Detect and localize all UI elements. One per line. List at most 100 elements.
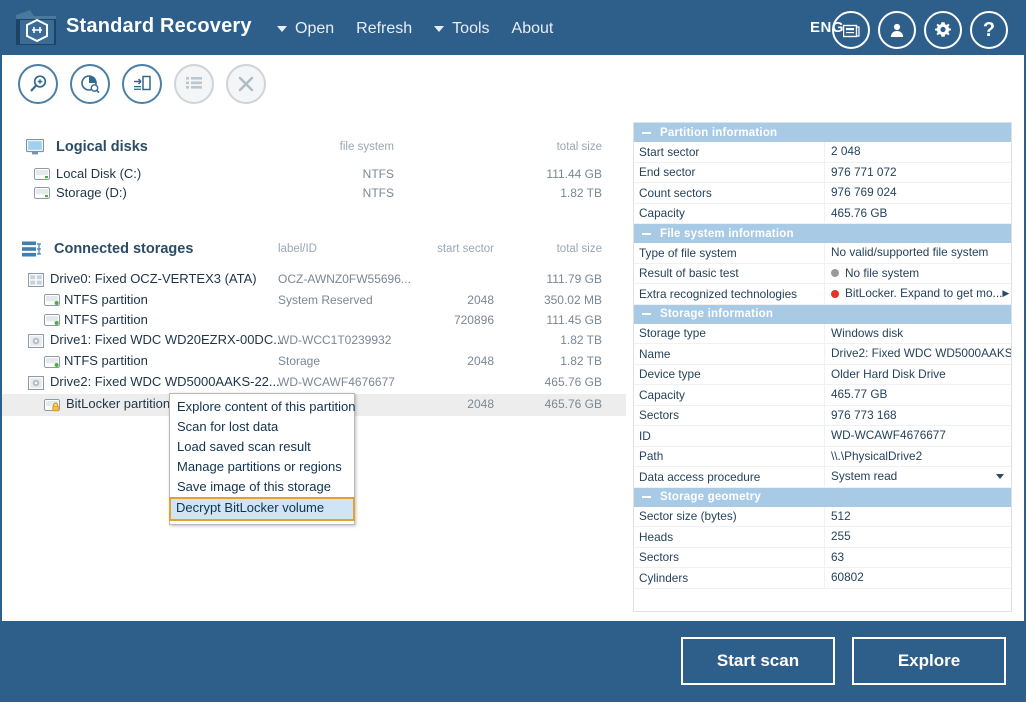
info-row-extra-recognized-technologies[interactable]: Extra recognized technologies BitLocker.…: [634, 284, 1011, 305]
scan-search-icon[interactable]: [18, 64, 58, 104]
news-icon[interactable]: [832, 11, 870, 49]
user-account-icon[interactable]: [878, 11, 916, 49]
tree-row-start-sector: 2048: [467, 397, 494, 411]
chevron-down-icon: [277, 25, 287, 32]
context-menu-item-explore-content[interactable]: Explore content of this partition: [170, 397, 356, 417]
info-row-storage-sectors: Sectors 976 773 168: [634, 405, 1011, 426]
tree-row-storage-d[interactable]: Storage (D:) NTFS 1.82 TB: [2, 184, 626, 203]
tree-row-label: Drive2: Fixed WDC WD5000AAKS-22...: [50, 374, 280, 389]
chevron-down-icon: [434, 25, 445, 32]
info-key: Sectors: [639, 550, 679, 565]
header-icon-bar: ?: [832, 11, 1008, 49]
tree-row-label: Local Disk (C:): [56, 166, 142, 181]
tree-row-label: Drive0: Fixed OCZ-VERTEX3 (ATA): [50, 271, 257, 286]
section-header-storage-geometry[interactable]: Storage geometry: [634, 487, 1011, 507]
column-header-label-id: label/ID: [278, 243, 317, 255]
column-header-file-system: file system: [339, 141, 394, 153]
menu-item-refresh[interactable]: Refresh: [356, 20, 412, 38]
info-key: Capacity: [639, 387, 685, 402]
info-row-id: ID WD-WCAWF4676677: [634, 426, 1011, 447]
info-row-result-of-basic-test: Result of basic test No file system: [634, 263, 1011, 284]
main-toolbar: [2, 55, 1024, 113]
menu-item-open-label: Open: [295, 19, 335, 37]
column-header-total-size: total size: [556, 141, 602, 153]
app-logo-icon: [14, 6, 60, 50]
tree-row-label: Storage (D:): [56, 185, 127, 200]
disk-hdd-icon: [28, 376, 44, 390]
tree-row-label-id: Storage: [278, 354, 321, 368]
tree-row-drive2[interactable]: Drive2: Fixed WDC WD5000AAKS-22... WD-WC…: [2, 373, 626, 394]
menu-item-tools[interactable]: Tools: [434, 19, 490, 38]
partition-icon: [44, 314, 60, 326]
context-menu-item-load-scan-result[interactable]: Load saved scan result: [170, 437, 354, 457]
tree-row-label-id: System Reserved: [278, 293, 373, 307]
info-row-end-sector: End sector 976 771 072: [634, 162, 1011, 183]
info-key: Path: [639, 449, 664, 464]
tree-row-start-sector: 2048: [467, 354, 494, 368]
context-menu-item-decrypt-bitlocker[interactable]: Decrypt BitLocker volume: [169, 497, 355, 521]
section-header-storage-information[interactable]: Storage information: [634, 304, 1011, 324]
group-header-connected-storages: Connected storages label/ID start sector…: [2, 236, 626, 262]
help-question-icon[interactable]: ?: [970, 11, 1008, 49]
info-key: Result of basic test: [639, 266, 739, 281]
close-cancel-icon[interactable]: [226, 64, 266, 104]
list-view-icon[interactable]: [174, 64, 214, 104]
section-header-file-system-information[interactable]: File system information: [634, 224, 1011, 243]
menu-item-open[interactable]: Open: [277, 20, 334, 38]
tree-row-start-sector: 2048: [467, 293, 494, 307]
save-image-icon[interactable]: [122, 64, 162, 104]
section-title: Storage information: [660, 308, 774, 320]
info-value: Windows disk: [824, 323, 1011, 343]
section-title: Partition information: [660, 126, 778, 139]
start-scan-button[interactable]: Start scan: [681, 636, 835, 685]
tree-row-drive1[interactable]: Drive1: Fixed WDC WD20EZRX-00DC... WD-WC…: [2, 331, 626, 352]
collapse-minus-icon: [642, 313, 651, 315]
tree-row-label: NTFS partition: [64, 292, 148, 307]
info-row-heads: Heads 255: [634, 527, 1011, 548]
chevron-down-icon[interactable]: [996, 474, 1004, 480]
tree-row-local-disk-c[interactable]: Local Disk (C:) NTFS 111.44 GB: [2, 165, 626, 184]
info-value: WD-WCAWF4676677: [824, 426, 1011, 446]
menu-item-about-label: About: [511, 19, 554, 37]
info-row-data-access-procedure[interactable]: Data access procedure System read: [634, 467, 1011, 488]
info-value: No file system: [845, 265, 920, 280]
group-title-logical-disks: Logical disks: [56, 139, 148, 155]
tree-row-ntfs-partition-3[interactable]: NTFS partition Storage 2048 1.82 TB: [2, 352, 626, 373]
context-menu-item-save-image[interactable]: Save image of this storage: [170, 477, 354, 497]
context-menu-item-manage-partitions[interactable]: Manage partitions or regions: [170, 457, 354, 477]
menu-item-tools-label: Tools: [452, 19, 490, 37]
info-value: 2 048: [824, 142, 1011, 162]
gear-settings-icon[interactable]: [924, 11, 962, 49]
menu-item-about[interactable]: About: [512, 20, 554, 38]
explore-button[interactable]: Explore: [852, 636, 1006, 685]
info-value-wrap: No file system: [824, 263, 1011, 283]
info-key: Heads: [639, 529, 674, 544]
info-row-cylinders: Cylinders 60802: [634, 568, 1011, 589]
info-key: Sector size (bytes): [639, 509, 737, 524]
info-panel: Partition information Start sector 2 048…: [633, 122, 1012, 612]
section-header-partition-information[interactable]: Partition information: [634, 123, 1011, 142]
collapse-minus-icon: [642, 496, 651, 498]
info-value-wrap: BitLocker. Expand to get mo... ▶: [824, 284, 1011, 304]
info-key: Type of file system: [639, 245, 737, 260]
tree-row-ntfs-partition-1[interactable]: NTFS partition System Reserved 2048 350.…: [2, 291, 626, 311]
tree-row-drive0[interactable]: Drive0: Fixed OCZ-VERTEX3 (ATA) OCZ-AWNZ…: [2, 270, 626, 291]
disk-analysis-icon[interactable]: [70, 64, 110, 104]
storage-tree-pane: Logical disks file system total size Loc…: [2, 113, 626, 621]
footer-bar: Start scan Explore: [2, 621, 1024, 700]
info-value: 976 769 024: [824, 183, 1011, 203]
tree-row-total-size: 465.76 GB: [544, 397, 602, 411]
tree-row-total-size: 465.76 GB: [544, 375, 602, 389]
app-title: Standard Recovery: [66, 15, 252, 37]
menu-item-refresh-label: Refresh: [356, 19, 413, 37]
info-key: Capacity: [639, 206, 685, 221]
partition-icon: [44, 356, 60, 368]
context-menu-item-scan-lost-data[interactable]: Scan for lost data: [170, 417, 354, 437]
partition-icon: [44, 294, 60, 306]
tree-row-ntfs-partition-2[interactable]: NTFS partition 720896 111.45 GB: [2, 311, 626, 331]
info-row-storage-type: Storage type Windows disk: [634, 323, 1011, 344]
tree-row-file-system: NTFS: [362, 186, 394, 200]
expand-right-arrow-icon[interactable]: ▶: [1002, 284, 1009, 304]
tree-row-total-size: 1.82 TB: [560, 354, 602, 368]
application-window: Standard Recovery Open Refresh Tools Abo…: [0, 0, 1026, 702]
